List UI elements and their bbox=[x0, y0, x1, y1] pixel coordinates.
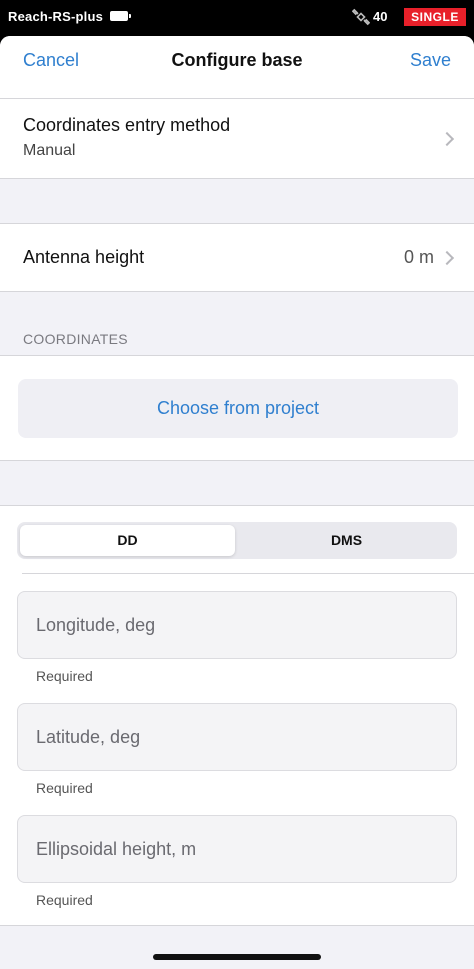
divider bbox=[22, 573, 474, 574]
home-indicator bbox=[153, 954, 321, 960]
status-bar: Reach-RS-plus 40 SINGLE bbox=[0, 0, 474, 34]
longitude-helper-text: Required bbox=[36, 668, 93, 684]
latitude-field[interactable] bbox=[17, 703, 457, 771]
coordinate-format-segmented-control: DD DMS bbox=[17, 522, 457, 559]
chevron-right-icon bbox=[439, 131, 455, 147]
divider bbox=[0, 178, 474, 179]
ellipsoidal-height-helper-text: Required bbox=[36, 892, 93, 908]
coordinates-section-header: COORDINATES bbox=[23, 331, 128, 347]
coordinates-entry-method-label: Coordinates entry method bbox=[23, 115, 231, 135]
battery-icon bbox=[110, 11, 131, 21]
page-title: Configure base bbox=[171, 50, 303, 70]
divider bbox=[0, 460, 474, 461]
divider bbox=[0, 291, 474, 292]
navigation-bar: Cancel Configure base Save bbox=[0, 36, 474, 100]
solution-status-badge: SINGLE bbox=[404, 8, 466, 26]
latitude-input[interactable] bbox=[36, 704, 436, 770]
coordinates-entry-method-row[interactable]: Coordinates entry method Manual bbox=[0, 99, 474, 178]
coordinates-entry-method-value: Manual bbox=[23, 142, 76, 159]
divider bbox=[0, 925, 474, 926]
satellite-count: 40 bbox=[373, 9, 388, 24]
configure-base-sheet: Cancel Configure base Save Coordinates e… bbox=[0, 36, 474, 969]
device-name: Reach-RS-plus bbox=[8, 9, 104, 24]
antenna-height-row[interactable]: Antenna height 0 m bbox=[0, 224, 474, 291]
antenna-height-value: 0 m bbox=[403, 247, 434, 267]
choose-from-project-button[interactable]: Choose from project bbox=[18, 379, 458, 438]
tab-dd[interactable]: DD bbox=[20, 525, 235, 556]
antenna-height-label: Antenna height bbox=[23, 247, 145, 267]
ellipsoidal-height-input[interactable] bbox=[36, 816, 436, 882]
ellipsoidal-height-field[interactable] bbox=[17, 815, 457, 883]
tab-dms[interactable]: DMS bbox=[239, 525, 454, 556]
longitude-input[interactable] bbox=[36, 592, 436, 658]
save-button[interactable]: Save bbox=[410, 50, 451, 71]
chevron-right-icon bbox=[439, 250, 455, 266]
latitude-helper-text: Required bbox=[36, 780, 93, 796]
longitude-field[interactable] bbox=[17, 591, 457, 659]
satellite-icon bbox=[352, 8, 370, 26]
